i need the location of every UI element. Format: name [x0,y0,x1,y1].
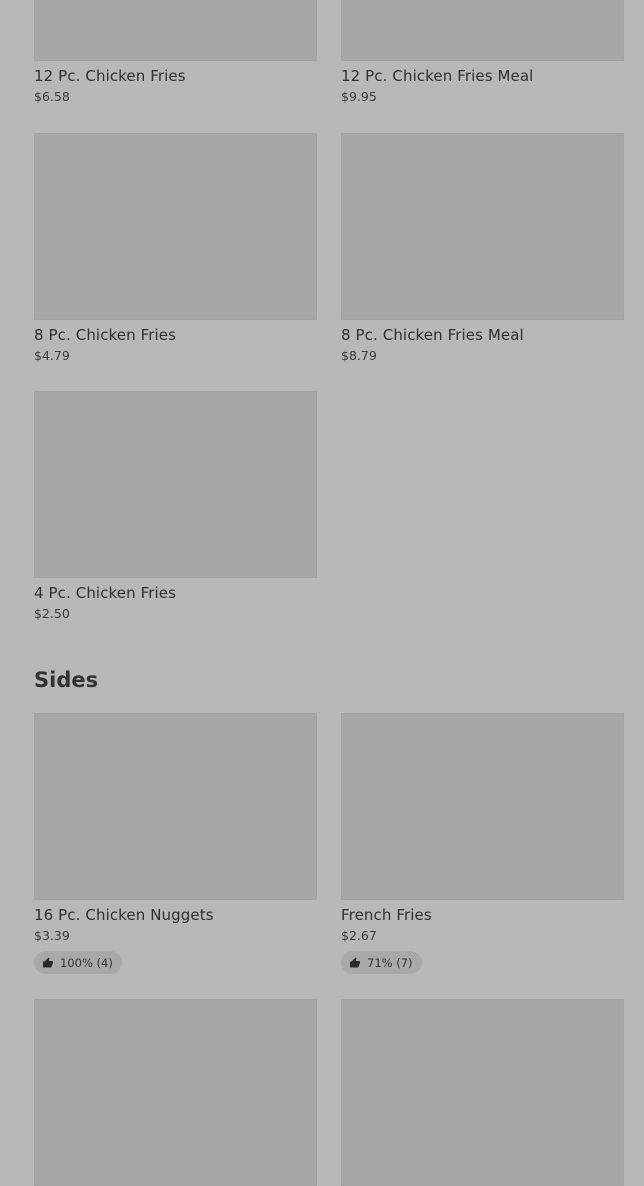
rating-badge: 100% (4) [34,951,122,974]
menu-item-price: $2.67 [341,928,377,943]
menu-item-name: 4 Pc. Chicken Fries [34,584,177,602]
menu-item-card[interactable]: 8 Pc. Chicken Fries $4.79 [34,133,317,364]
menu-item-card[interactable]: 16 Pc. Chicken Nuggets $3.39 100% (4) [34,713,317,974]
menu-item-name: 12 Pc. Chicken Fries [34,67,186,85]
menu-item-price: $2.50 [34,606,70,621]
thumbs-up-icon [43,957,53,967]
menu-item-price: $9.95 [341,89,377,104]
menu-row: 4 Pc. Chicken Fries $2.50 [34,391,317,622]
menu-item-name: 16 Pc. Chicken Nuggets [34,906,214,924]
menu-item-card[interactable]: 12 Pc. Chicken Fries $6.58 [34,0,317,105]
menu-item-card[interactable] [341,999,624,1186]
rating-text: 71% (7) [367,955,413,970]
menu-item-image[interactable] [34,713,317,900]
menu-item-image[interactable] [341,999,624,1186]
menu-item-image[interactable] [34,0,317,61]
menu-item-card[interactable]: 12 Pc. Chicken Fries Meal $9.95 [341,0,624,105]
menu-item-card[interactable]: French Fries $2.67 71% (7) [341,713,624,974]
menu-item-name: French Fries [341,906,432,924]
menu-item-card[interactable] [34,999,317,1186]
section-title-sides: Sides [34,668,99,692]
menu-row: 8 Pc. Chicken Fries $4.79 8 Pc. Chicken … [34,133,624,364]
rating-text: 100% (4) [60,955,113,970]
menu-item-image[interactable] [34,999,317,1186]
menu-item-image[interactable] [341,713,624,900]
menu-item-image[interactable] [341,133,624,320]
menu-item-name: 8 Pc. Chicken Fries [34,326,177,344]
menu-item-name: 8 Pc. Chicken Fries Meal [341,326,524,344]
menu-item-price: $8.79 [341,348,377,363]
menu-item-name: 12 Pc. Chicken Fries Meal [341,67,534,85]
menu-row [34,999,624,1186]
menu-item-card[interactable]: 8 Pc. Chicken Fries Meal $8.79 [341,133,624,364]
menu-item-price: $4.79 [34,348,70,363]
menu-item-price: $6.58 [34,89,70,104]
menu-row: 12 Pc. Chicken Fries $6.58 12 Pc. Chicke… [34,0,624,105]
menu-item-image[interactable] [341,0,624,61]
menu-row: 16 Pc. Chicken Nuggets $3.39 100% (4) Fr… [34,713,624,974]
rating-badge: 71% (7) [341,951,422,974]
thumbs-up-icon [350,957,360,967]
menu-item-price: $3.39 [34,928,70,943]
menu-item-image[interactable] [34,391,317,578]
menu-item-image[interactable] [34,133,317,320]
menu-item-card[interactable]: 4 Pc. Chicken Fries $2.50 [34,391,317,622]
